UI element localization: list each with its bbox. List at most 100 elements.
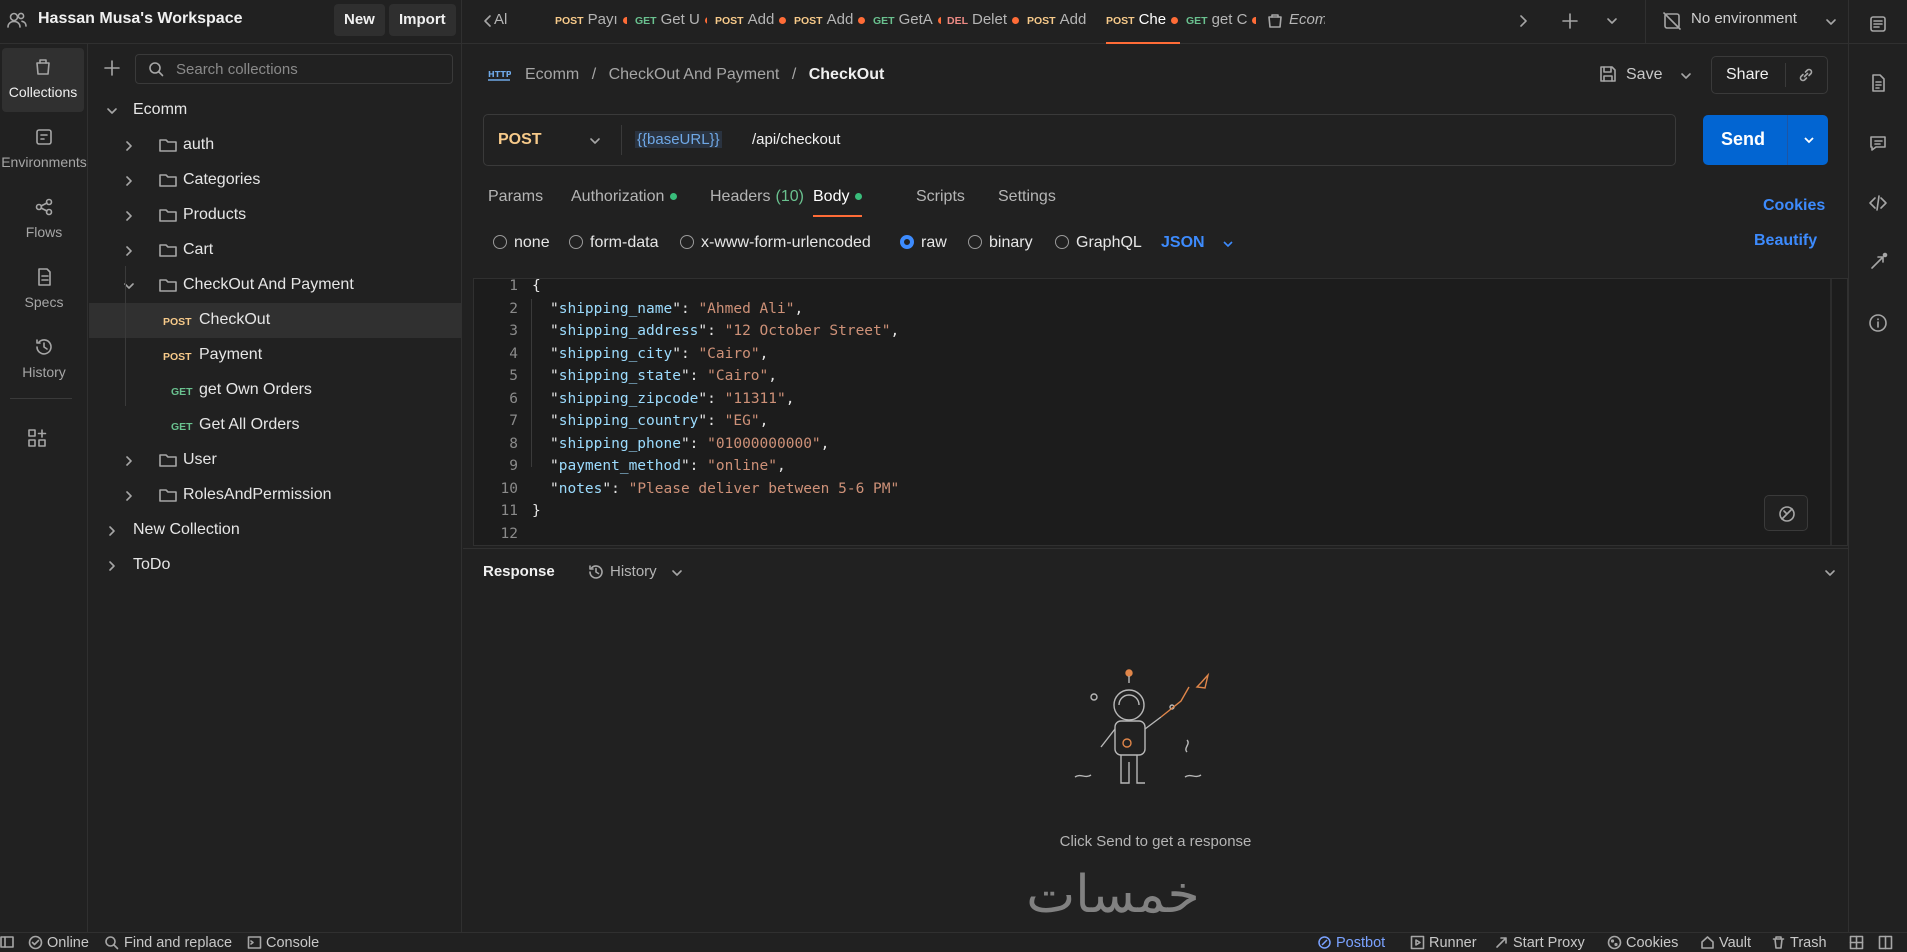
sidebar-folder[interactable]: auth xyxy=(89,128,462,163)
send-options-chevron-icon[interactable] xyxy=(1802,133,1816,147)
sidebar-collection[interactable]: New Collection xyxy=(89,513,462,548)
format-chevron-icon[interactable] xyxy=(1221,237,1235,251)
radio-button[interactable] xyxy=(569,235,583,249)
chevron-right-icon[interactable] xyxy=(122,454,136,468)
sidebar-request[interactable]: GET Get All Orders xyxy=(89,408,462,443)
request-tab[interactable]: Ecomı xyxy=(1263,0,1325,44)
sidebar-request[interactable]: GET get Own Orders xyxy=(89,373,462,408)
sidebar-collection[interactable]: ToDo xyxy=(89,548,462,583)
chevron-right-icon[interactable] xyxy=(105,559,119,573)
api-icon[interactable] xyxy=(1868,14,1888,34)
breadcrumb-collection[interactable]: Ecomm xyxy=(525,66,579,83)
tab-settings[interactable]: Settings xyxy=(998,188,1056,206)
request-tab[interactable]: Al xyxy=(494,0,538,44)
chevron-right-icon[interactable] xyxy=(122,209,136,223)
request-tab[interactable]: GET GetA xyxy=(873,0,941,44)
url-input[interactable]: /api/checkout xyxy=(752,131,840,148)
trash-button[interactable]: Trash xyxy=(1790,935,1827,951)
sidebar-collection[interactable]: Ecomm xyxy=(89,93,462,128)
toggle-sidebar-icon[interactable] xyxy=(0,935,14,949)
chevron-right-icon[interactable] xyxy=(122,244,136,258)
info-icon[interactable] xyxy=(1868,313,1888,333)
breadcrumb-folder[interactable]: CheckOut And Payment xyxy=(609,66,780,83)
radio-button[interactable] xyxy=(1055,235,1069,249)
related-icon[interactable] xyxy=(1868,252,1888,272)
rail-item-specs[interactable]: Specs xyxy=(0,258,88,322)
save-button[interactable]: Save xyxy=(1626,66,1662,84)
code-icon[interactable] xyxy=(1868,193,1888,213)
add-workbench-icon[interactable] xyxy=(26,427,48,449)
tab-authorization[interactable]: Authorization xyxy=(571,188,678,206)
sidebar-folder[interactable]: Categories xyxy=(89,163,462,198)
body-type-binary[interactable]: binary xyxy=(968,234,1033,252)
request-tab[interactable]: DEL Delet xyxy=(947,0,1021,44)
body-type-none[interactable]: none xyxy=(493,234,550,252)
sidebar-request[interactable]: POST CheckOut xyxy=(89,303,462,338)
method-select[interactable]: POST xyxy=(498,131,542,149)
radio-button[interactable] xyxy=(900,235,914,249)
tabs-menu-chevron-icon[interactable] xyxy=(1605,14,1619,28)
chevron-right-icon[interactable] xyxy=(122,139,136,153)
editor-scrollbar[interactable] xyxy=(1830,279,1832,545)
tab-params[interactable]: Params xyxy=(488,188,543,206)
share-button[interactable]: Share xyxy=(1726,66,1769,84)
body-code-editor[interactable]: 1{2 "shipping_name": "Ahmed Ali", 3 "shippi… xyxy=(473,278,1848,546)
request-tab[interactable]: GET Get U xyxy=(635,0,707,44)
import-button[interactable]: Import xyxy=(389,4,456,36)
online-status[interactable]: Online xyxy=(47,935,89,951)
body-type-form-data[interactable]: form-data xyxy=(569,234,658,252)
help-icon[interactable] xyxy=(1878,935,1893,950)
sidebar-folder[interactable]: Products xyxy=(89,198,462,233)
sidebar-folder[interactable]: Cart xyxy=(89,233,462,268)
radio-button[interactable] xyxy=(680,235,694,249)
cookies-button[interactable]: Cookies xyxy=(1626,935,1678,951)
chevron-right-icon[interactable] xyxy=(122,489,136,503)
vault-button[interactable]: Vault xyxy=(1719,935,1751,951)
editor-ai-button[interactable] xyxy=(1764,495,1808,531)
method-chevron-icon[interactable] xyxy=(588,134,602,148)
save-options-chevron-icon[interactable] xyxy=(1679,69,1693,83)
chevron-right-icon[interactable] xyxy=(105,524,119,538)
new-tab-icon[interactable] xyxy=(1560,11,1580,31)
request-tab[interactable]: POST Che xyxy=(1106,0,1180,44)
sidebar-request[interactable]: POST Payment xyxy=(89,338,462,373)
tab-headers[interactable]: Headers (10) xyxy=(710,188,804,206)
start-proxy-button[interactable]: Start Proxy xyxy=(1513,935,1585,951)
search-input[interactable]: Search collections xyxy=(135,54,453,84)
request-name[interactable]: CheckOut xyxy=(809,66,885,83)
send-button[interactable]: Send xyxy=(1703,115,1828,165)
link-icon[interactable] xyxy=(1797,66,1815,84)
chevron-right-icon[interactable] xyxy=(122,174,136,188)
console-button[interactable]: Console xyxy=(266,935,319,951)
collapse-response-icon[interactable] xyxy=(1823,566,1837,580)
new-button[interactable]: New xyxy=(334,4,385,36)
rail-item-environments[interactable]: Environments xyxy=(0,118,88,182)
request-tab[interactable]: POST Add xyxy=(794,0,866,44)
workspace-name[interactable]: Hassan Musa's Workspace xyxy=(38,10,243,28)
body-type-x-www-form-urlencoded[interactable]: x-www-form-urlencoded xyxy=(680,234,871,252)
request-tab[interactable]: POST Payı xyxy=(555,0,627,44)
url-variable[interactable]: {{baseURL}} xyxy=(635,131,722,148)
tabs-scroll-right-icon[interactable] xyxy=(1517,13,1529,29)
postbot-button[interactable]: Postbot xyxy=(1336,935,1385,951)
sidebar-folder[interactable]: CheckOut And Payment xyxy=(89,268,462,303)
beautify-link[interactable]: Beautify xyxy=(1754,232,1817,250)
find-replace-button[interactable]: Find and replace xyxy=(124,935,232,951)
body-type-raw[interactable]: raw xyxy=(900,234,947,252)
chevron-down-icon[interactable] xyxy=(105,104,119,118)
tabs-scroll-left-icon[interactable] xyxy=(482,13,494,29)
body-type-graphql[interactable]: GraphQL xyxy=(1055,234,1142,252)
runner-button[interactable]: Runner xyxy=(1429,935,1477,951)
layout-icon[interactable] xyxy=(1849,935,1864,950)
tab-scripts[interactable]: Scripts xyxy=(916,188,965,206)
documentation-icon[interactable] xyxy=(1868,73,1888,93)
rail-item-flows[interactable]: Flows xyxy=(0,188,88,252)
tab-body[interactable]: Body xyxy=(813,188,863,217)
sidebar-folder[interactable]: RolesAndPermission xyxy=(89,478,462,513)
radio-button[interactable] xyxy=(493,235,507,249)
comments-icon[interactable] xyxy=(1868,133,1888,153)
radio-button[interactable] xyxy=(968,235,982,249)
add-collection-icon[interactable] xyxy=(103,59,121,77)
cookies-link[interactable]: Cookies xyxy=(1763,197,1825,215)
request-tab[interactable]: POST Add xyxy=(715,0,787,44)
